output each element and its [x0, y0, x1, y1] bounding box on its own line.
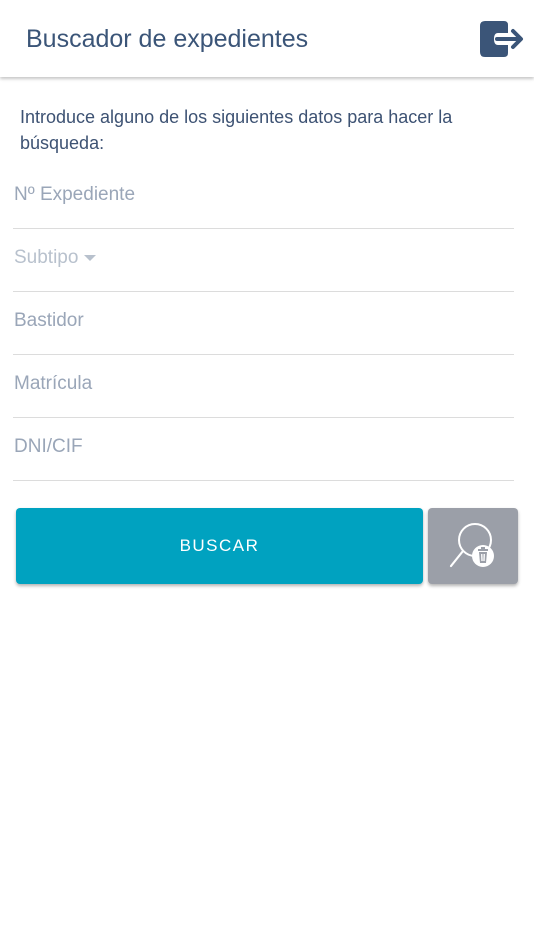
dni-field-row — [13, 417, 514, 481]
clear-search-icon — [449, 523, 494, 568]
bastidor-field-row — [13, 291, 514, 355]
app-bar: Buscador de expedientes — [0, 0, 534, 77]
matricula-field-row — [13, 354, 514, 418]
expediente-input[interactable] — [14, 178, 494, 212]
dni-cif-input[interactable] — [14, 430, 494, 464]
subtipo-dropdown[interactable]: Subtipo — [14, 241, 97, 275]
caret-down-icon — [84, 255, 97, 261]
search-instructions: Introduce alguno de los siguientes datos… — [20, 107, 453, 153]
bastidor-input[interactable] — [14, 304, 494, 338]
subtipo-label: Subtipo — [14, 247, 79, 268]
clear-search-button[interactable] — [428, 508, 518, 584]
subtipo-field-row: Subtipo — [13, 228, 514, 292]
matricula-input[interactable] — [14, 367, 494, 401]
page-title: Buscador de expedientes — [26, 25, 309, 53]
search-button[interactable]: BUSCAR — [16, 508, 423, 584]
logout-icon — [480, 21, 523, 57]
logout-button[interactable] — [476, 17, 526, 61]
expediente-field-row — [13, 165, 514, 229]
